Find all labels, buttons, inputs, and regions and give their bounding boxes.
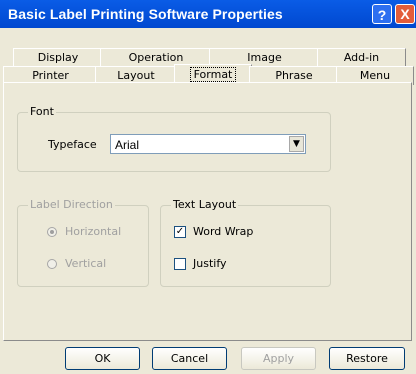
title-bar: Basic Label Printing Software Properties… xyxy=(0,0,416,28)
label-direction-label: Label Direction xyxy=(28,198,115,211)
vertical-radio[interactable] xyxy=(47,259,57,269)
tab-add-in[interactable]: Add-in xyxy=(317,48,406,67)
chevron-down-icon[interactable]: ▼ xyxy=(289,136,304,152)
font-group-label: Font xyxy=(28,105,56,118)
word-wrap-label[interactable]: Word Wrap xyxy=(193,225,253,238)
label-direction-group: Label Direction xyxy=(17,198,149,287)
typeface-label: Typeface xyxy=(48,138,97,151)
tab-format-label: Format xyxy=(189,67,237,82)
justify-checkbox[interactable] xyxy=(174,258,186,270)
typeface-select[interactable]: Arial ▼ xyxy=(110,134,306,154)
vertical-label-text: Vertical xyxy=(65,257,107,270)
ok-button[interactable]: OK xyxy=(65,347,140,370)
properties-window: Basic Label Printing Software Properties… xyxy=(0,0,416,374)
cancel-button[interactable]: Cancel xyxy=(152,347,227,370)
vertical-label[interactable]: Vertical xyxy=(65,257,106,270)
text-layout-group: Text Layout xyxy=(160,198,331,287)
horizontal-radio[interactable] xyxy=(47,227,57,237)
tab-format[interactable]: Format xyxy=(174,64,252,84)
text-layout-label: Text Layout xyxy=(171,198,239,211)
help-button[interactable]: ? xyxy=(372,4,392,24)
horizontal-label[interactable]: Horizontal xyxy=(65,225,121,238)
justify-label-text: Justify xyxy=(193,257,227,270)
word-wrap-checkbox[interactable]: ✓ xyxy=(174,226,186,238)
close-button[interactable]: X xyxy=(395,4,415,24)
justify-label[interactable]: Justify xyxy=(193,257,227,270)
restore-button[interactable]: Restore xyxy=(329,347,405,370)
window-title: Basic Label Printing Software Properties xyxy=(8,6,283,22)
typeface-value: Arial xyxy=(115,138,140,152)
apply-button[interactable]: Apply xyxy=(241,347,316,370)
typeface-label-text: Typeface xyxy=(48,138,97,151)
tab-display[interactable]: Display xyxy=(13,48,103,67)
word-wrap-label-text: Word Wrap xyxy=(193,225,254,238)
horizontal-label-text: Horizontal xyxy=(65,225,122,238)
